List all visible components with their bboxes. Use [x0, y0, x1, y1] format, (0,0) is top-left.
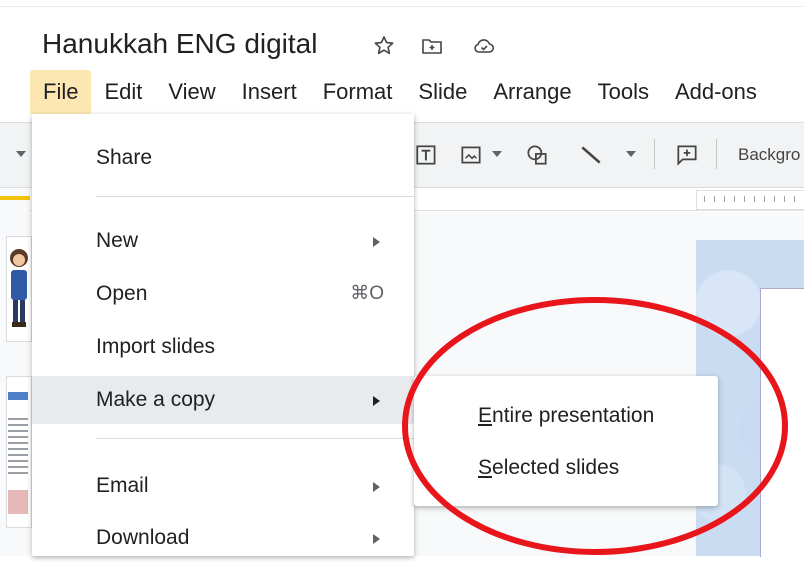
menu-item-label: Import slides — [96, 335, 216, 358]
menu-item-download[interactable]: Download — [32, 514, 414, 562]
filmstrip-highlight — [0, 196, 30, 200]
make-a-copy-submenu: Entire presentation Selected slides — [414, 376, 718, 506]
image-icon[interactable] — [458, 141, 484, 169]
add-comment-icon[interactable] — [674, 141, 700, 169]
menu-item-make-a-copy[interactable]: Make a copy — [32, 376, 414, 424]
submenu-item-label: Entire presentation — [478, 404, 655, 427]
submenu-item-selected-slides[interactable]: Selected slides — [414, 444, 718, 492]
menu-file[interactable]: File — [30, 70, 92, 114]
toolbar-divider — [716, 139, 717, 169]
character-image — [10, 249, 28, 327]
undo-dropdown-icon[interactable] — [16, 151, 26, 157]
menu-item-label: Download — [96, 526, 190, 549]
menu-item-label: Share — [96, 146, 153, 169]
menu-slide[interactable]: Slide — [405, 70, 480, 114]
document-title[interactable]: Hanukkah ENG digital — [42, 28, 317, 60]
slide-content-area[interactable] — [760, 288, 804, 557]
menu-arrange[interactable]: Arrange — [480, 70, 584, 114]
menu-item-open[interactable]: Open ⌘O — [32, 270, 414, 318]
cloud-saved-icon[interactable] — [472, 34, 496, 58]
menu-item-label: Make a copy — [96, 388, 216, 411]
move-to-folder-icon[interactable] — [420, 34, 444, 58]
menu-insert[interactable]: Insert — [229, 70, 310, 114]
menu-view[interactable]: View — [155, 70, 228, 114]
menu-divider — [96, 196, 414, 197]
shape-icon[interactable] — [524, 141, 550, 169]
text-box-icon[interactable] — [414, 141, 440, 169]
thumbnail-content — [8, 490, 28, 514]
submenu-arrow-icon — [373, 482, 380, 492]
submenu-arrow-icon — [373, 534, 380, 544]
submenu-arrow-icon — [373, 396, 380, 406]
menu-item-share[interactable]: Share — [32, 134, 414, 182]
background-button[interactable]: Backgro — [738, 141, 804, 169]
line-icon[interactable] — [578, 141, 604, 169]
menu-tools[interactable]: Tools — [585, 70, 662, 114]
menu-item-label: Open — [96, 282, 148, 305]
file-menu: Share New Open ⌘O Import slides Make a c… — [32, 114, 414, 556]
menu-item-label: New — [96, 229, 139, 252]
top-border — [0, 6, 804, 7]
ruler-ticks — [704, 196, 804, 202]
menu-item-label: Email — [96, 474, 149, 497]
toolbar-divider — [654, 139, 655, 169]
menu-format[interactable]: Format — [310, 70, 406, 114]
menu-item-new[interactable]: New — [32, 217, 414, 265]
star-icon[interactable] — [372, 34, 396, 58]
submenu-arrow-icon — [373, 237, 380, 247]
menu-divider — [96, 438, 414, 439]
thumbnail-content — [8, 392, 28, 400]
submenu-item-label: Selected slides — [478, 456, 620, 479]
thumbnail-content — [8, 418, 28, 478]
submenu-item-entire-presentation[interactable]: Entire presentation — [414, 392, 718, 440]
image-dropdown-icon[interactable] — [492, 151, 502, 157]
menu-edit[interactable]: Edit — [91, 70, 155, 114]
line-dropdown-icon[interactable] — [626, 151, 636, 157]
menu-item-email[interactable]: Email — [32, 462, 414, 510]
menu-item-import-slides[interactable]: Import slides — [32, 323, 414, 371]
menu-add-ons[interactable]: Add-ons — [662, 70, 770, 114]
menu-bar: File Edit View Insert Format Slide Arran… — [30, 70, 770, 114]
keyboard-shortcut: ⌘O — [350, 283, 384, 304]
